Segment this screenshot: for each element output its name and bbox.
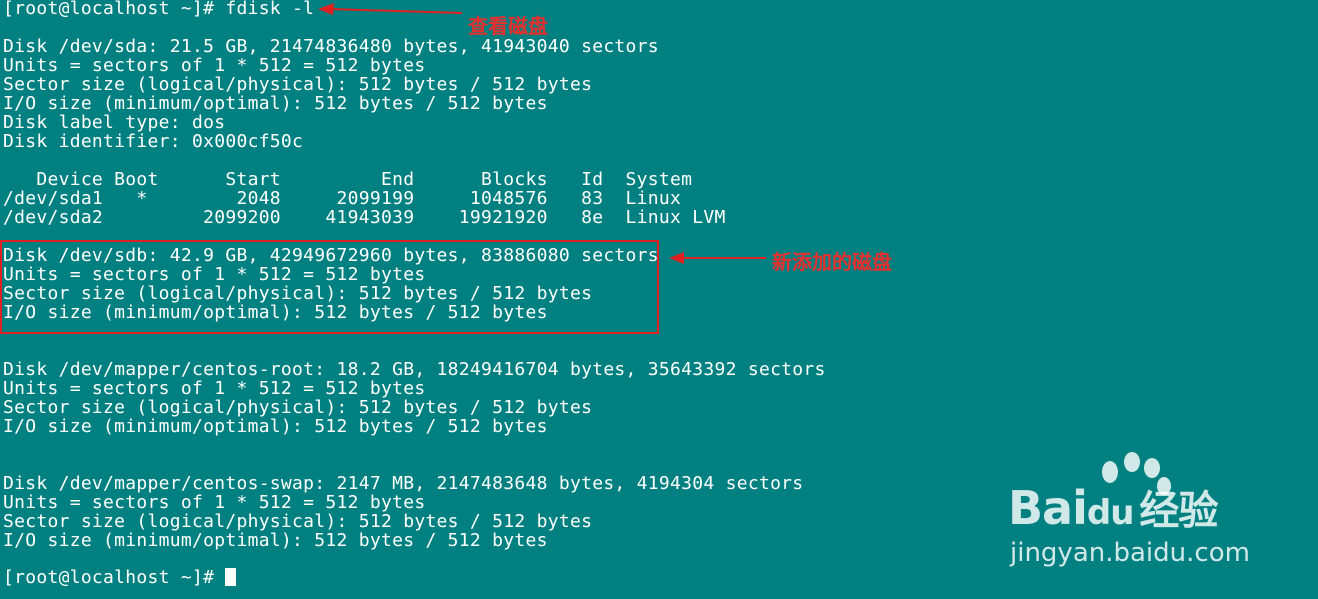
watermark-logo: Baidu 经验 — [1008, 481, 1218, 535]
view-disk-arrow-line — [329, 8, 463, 14]
baidu-jingyan-watermark: Baidu 经验 jingyan.baidu.com — [1008, 452, 1298, 582]
new-disk-arrow-head — [669, 252, 684, 264]
annotation-new-disk: 新添加的磁盘 — [772, 250, 892, 274]
annotation-view-disk: 查看磁盘 — [468, 14, 548, 38]
view-disk-arrow-head — [318, 3, 334, 15]
watermark-url: jingyan.baidu.com — [1010, 538, 1250, 568]
